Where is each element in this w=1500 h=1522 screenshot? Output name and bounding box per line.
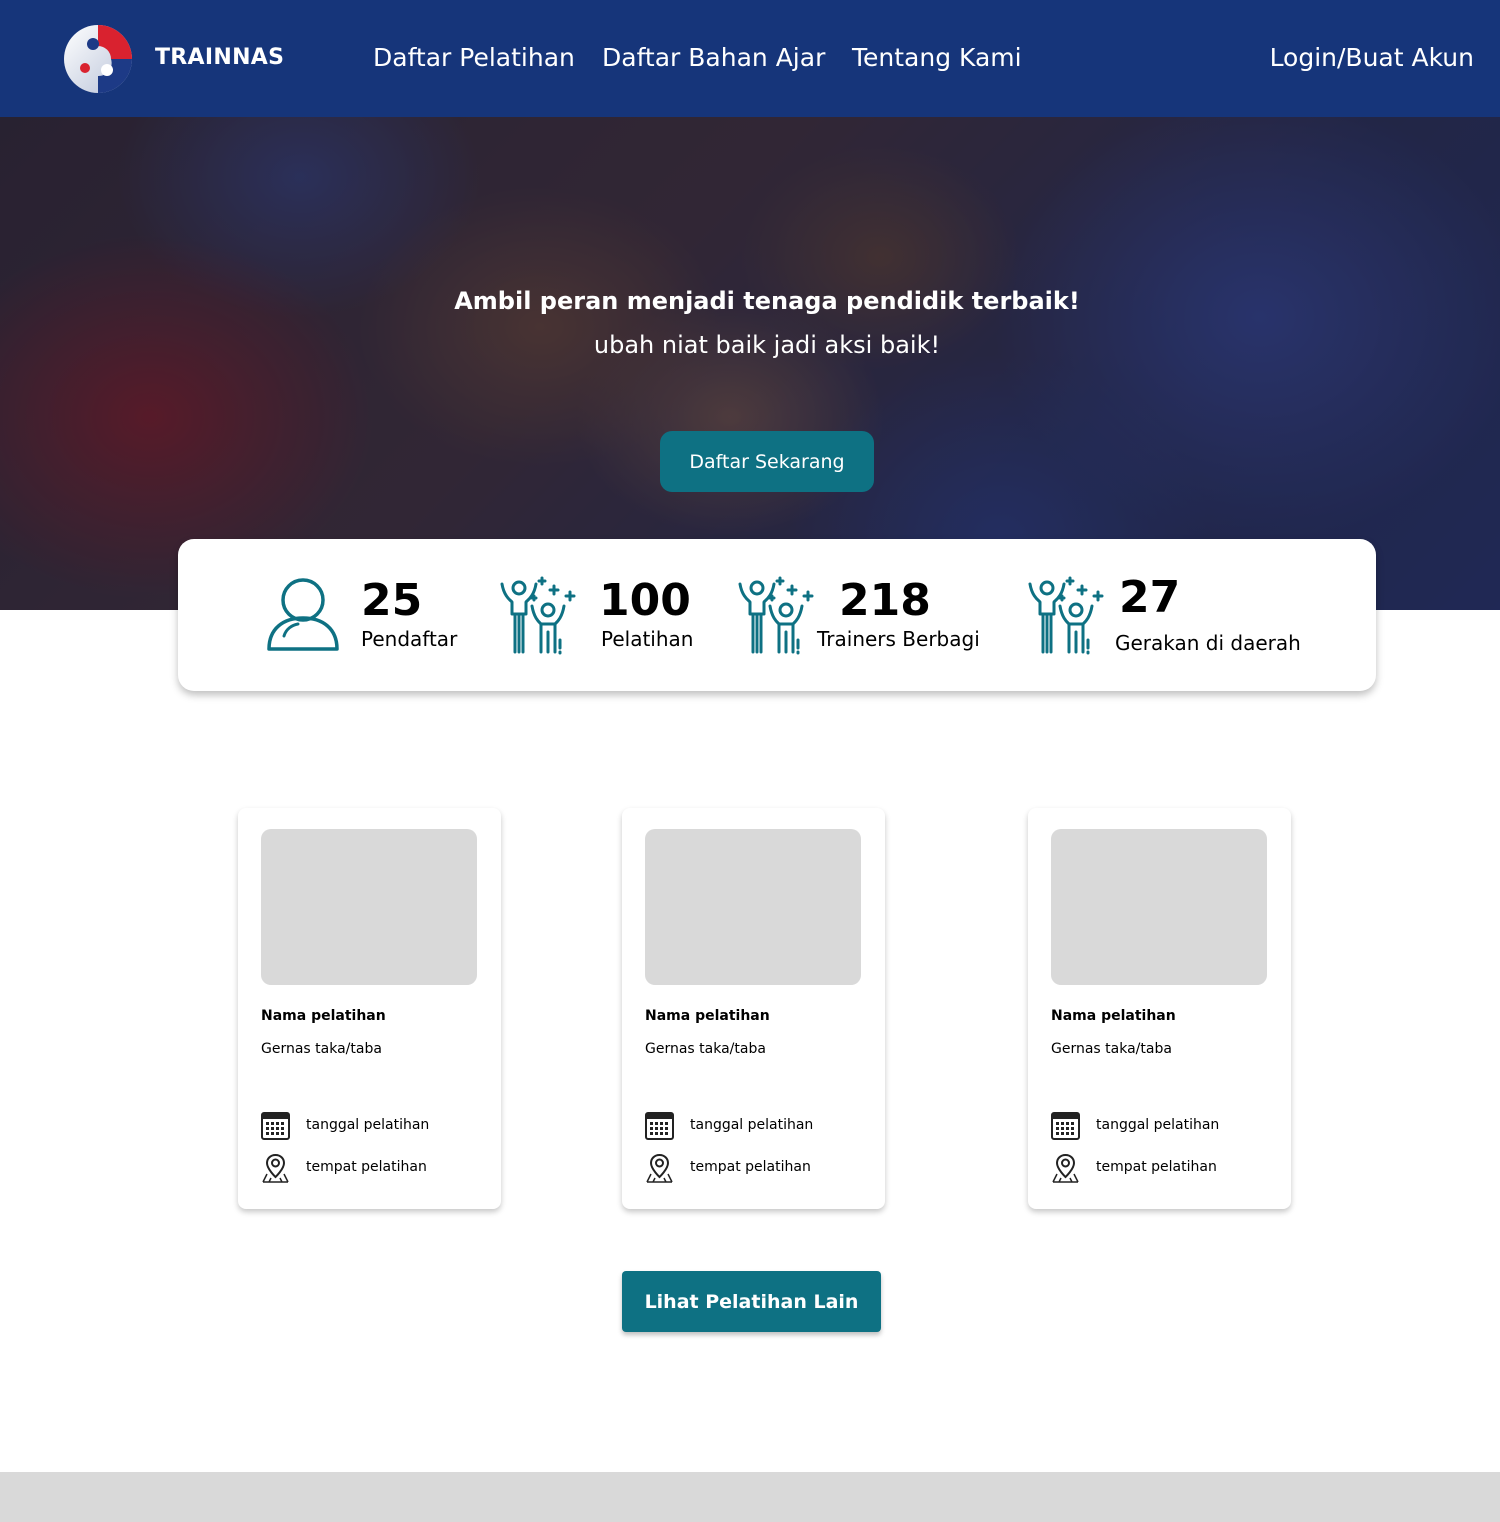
training-organizer: Gernas taka/taba bbox=[645, 1041, 766, 1057]
stat-value-trainers: 218 bbox=[839, 575, 931, 626]
group-celebrate-icon bbox=[500, 576, 576, 655]
stat-value-pendaftar: 25 bbox=[361, 575, 423, 626]
hero-banner: Ambil peran menjadi tenaga pendidik terb… bbox=[0, 117, 1500, 610]
user-icon bbox=[267, 578, 339, 651]
training-name: Nama pelatihan bbox=[1051, 1008, 1176, 1024]
training-image-placeholder bbox=[1051, 829, 1267, 985]
hero-title: Ambil peran menjadi tenaga pendidik terb… bbox=[454, 287, 1080, 315]
training-place: tempat pelatihan bbox=[690, 1159, 811, 1175]
training-name: Nama pelatihan bbox=[261, 1008, 386, 1024]
nav-daftar-bahan-ajar[interactable]: Daftar Bahan Ajar bbox=[602, 43, 825, 72]
location-pin-icon bbox=[646, 1153, 673, 1183]
calendar-icon bbox=[261, 1112, 290, 1140]
stat-label-pelatihan: Pelatihan bbox=[601, 627, 694, 651]
calendar-icon bbox=[1051, 1112, 1080, 1140]
register-now-button[interactable]: Daftar Sekarang bbox=[660, 431, 874, 492]
training-organizer: Gernas taka/taba bbox=[261, 1041, 382, 1057]
trainnas-logo-icon[interactable] bbox=[63, 24, 133, 94]
navbar: TRAINNAS Daftar Pelatihan Daftar Bahan A… bbox=[0, 0, 1500, 117]
calendar-icon bbox=[645, 1112, 674, 1140]
training-card[interactable]: Nama pelatihan Gernas taka/taba tanggal … bbox=[1028, 808, 1291, 1209]
training-card[interactable]: Nama pelatihan Gernas taka/taba tanggal … bbox=[238, 808, 501, 1209]
training-name: Nama pelatihan bbox=[645, 1008, 770, 1024]
more-trainings-button[interactable]: Lihat Pelatihan Lain bbox=[622, 1271, 881, 1332]
hero-subtitle: ubah niat baik jadi aksi baik! bbox=[593, 331, 941, 359]
training-place: tempat pelatihan bbox=[306, 1159, 427, 1175]
footer bbox=[0, 1472, 1500, 1522]
training-image-placeholder bbox=[645, 829, 861, 985]
stat-value-pelatihan: 100 bbox=[599, 575, 691, 626]
login-link[interactable]: Login/Buat Akun bbox=[1270, 43, 1474, 72]
stat-label-trainers: Trainers Berbagi bbox=[817, 627, 980, 651]
training-image-placeholder bbox=[261, 829, 477, 985]
training-place: tempat pelatihan bbox=[1096, 1159, 1217, 1175]
stat-label-gerakan: Gerakan di daerah bbox=[1115, 631, 1301, 655]
location-pin-icon bbox=[262, 1153, 289, 1183]
hero-image-overlay bbox=[0, 117, 1500, 610]
group-celebrate-icon bbox=[738, 576, 814, 655]
training-card[interactable]: Nama pelatihan Gernas taka/taba tanggal … bbox=[622, 808, 885, 1209]
stats-card: 25 Pendaftar 100 Pelatihan 218 Trainers … bbox=[178, 539, 1376, 691]
training-date: tanggal pelatihan bbox=[306, 1117, 430, 1133]
training-date: tanggal pelatihan bbox=[1096, 1117, 1220, 1133]
location-pin-icon bbox=[1052, 1153, 1079, 1183]
brand-name[interactable]: TRAINNAS bbox=[155, 45, 284, 70]
training-date: tanggal pelatihan bbox=[690, 1117, 814, 1133]
group-celebrate-icon bbox=[1028, 576, 1104, 655]
stat-label-pendaftar: Pendaftar bbox=[361, 627, 458, 651]
training-organizer: Gernas taka/taba bbox=[1051, 1041, 1172, 1057]
nav-tentang-kami[interactable]: Tentang Kami bbox=[852, 43, 1022, 72]
nav-daftar-pelatihan[interactable]: Daftar Pelatihan bbox=[373, 43, 575, 72]
stat-value-gerakan: 27 bbox=[1119, 572, 1181, 623]
